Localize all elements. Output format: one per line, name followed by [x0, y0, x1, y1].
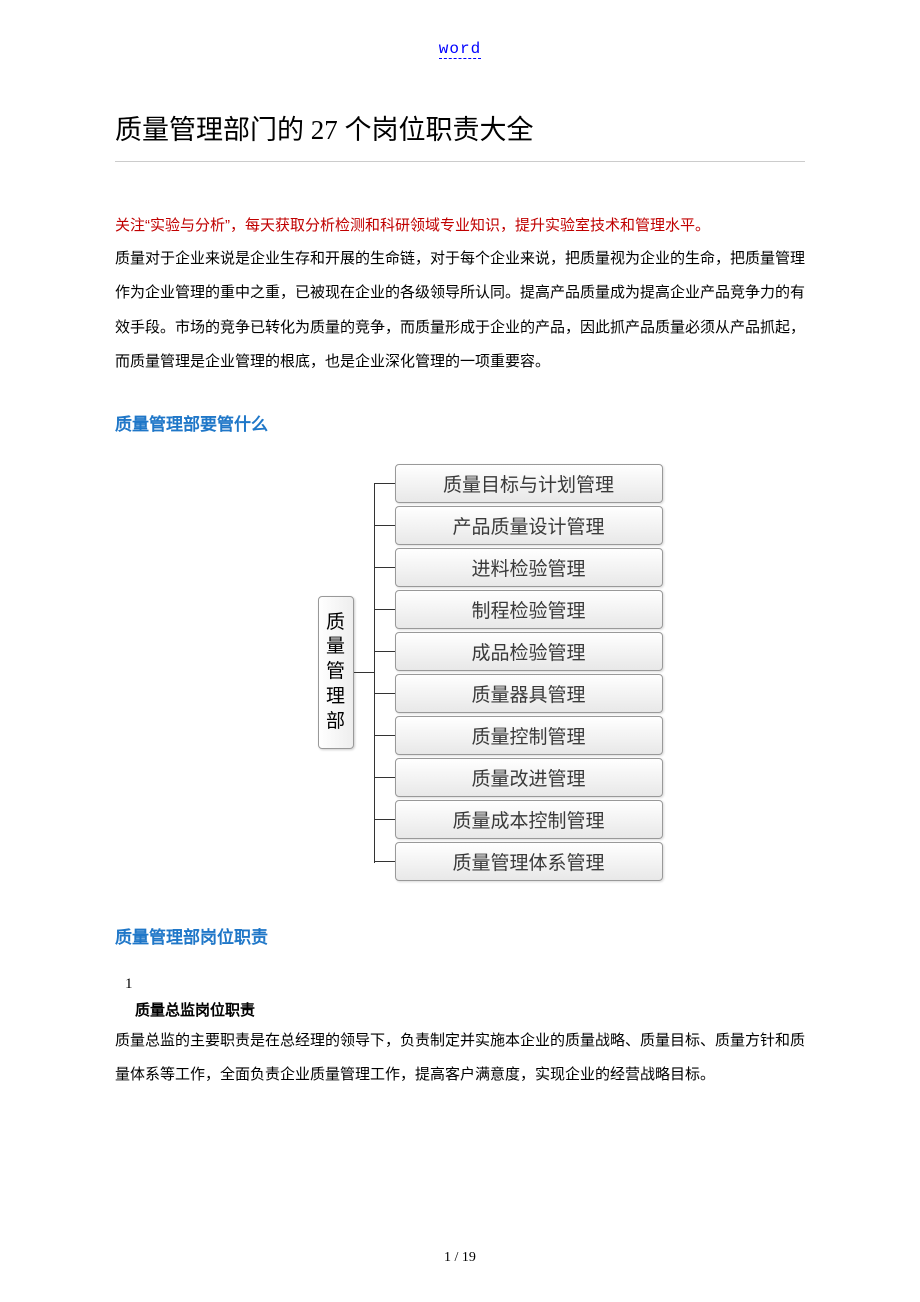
diagram-leaf: 产品质量设计管理	[395, 506, 663, 545]
diagram-leaf: 质量管理体系管理	[395, 842, 663, 881]
role-subtitle: 质量总监岗位职责	[135, 999, 805, 1020]
role-body: 质量总监的主要职责是在总经理的领导下，负责制定并实施本企业的质量战略、质量目标、…	[115, 1024, 805, 1093]
branch-line	[375, 483, 395, 484]
page-title: 质量管理部门的 27 个岗位职责大全	[115, 108, 805, 162]
diagram-leaf: 质量改进管理	[395, 758, 663, 797]
branch-line	[375, 525, 395, 526]
intro-highlight: 关注“实验与分析”，每天获取分析检测和科研领域专业知识，提升实验室技术和管理水平…	[115, 210, 805, 242]
branch-line	[375, 819, 395, 820]
diagram-branch: 质量管理体系管理	[375, 841, 663, 883]
diagram-branch: 产品质量设计管理	[375, 505, 663, 547]
branch-line	[375, 609, 395, 610]
diagram-branch: 质量成本控制管理	[375, 799, 663, 841]
section-heading-roles: 质量管理部岗位职责	[115, 923, 805, 948]
section-heading-scope: 质量管理部要管什么	[115, 410, 805, 435]
diagram-branch: 质量目标与计划管理	[375, 463, 663, 505]
branch-line	[375, 735, 395, 736]
diagram-branch: 成品检验管理	[375, 631, 663, 673]
intro-block: 关注“实验与分析”，每天获取分析检测和科研领域专业知识，提升实验室技术和管理水平…	[115, 210, 805, 380]
org-diagram: 质量管理部 质量目标与计划管理产品质量设计管理进料检验管理制程检验管理成品检验管…	[115, 463, 805, 883]
diagram-branch: 制程检验管理	[375, 589, 663, 631]
diagram-leaf: 质量成本控制管理	[395, 800, 663, 839]
diagram-leaf: 质量目标与计划管理	[395, 464, 663, 503]
branch-line	[375, 567, 395, 568]
diagram-leaf: 成品检验管理	[395, 632, 663, 671]
intro-body: 质量对于企业来说是企业生存和开展的生命链，对于每个企业来说，把质量视为企业的生命…	[115, 242, 805, 380]
diagram-branch: 质量控制管理	[375, 715, 663, 757]
branch-line	[375, 651, 395, 652]
role-number: 1	[125, 976, 805, 993]
connector-line	[354, 672, 374, 673]
diagram-branch: 质量器具管理	[375, 673, 663, 715]
diagram-branch: 质量改进管理	[375, 757, 663, 799]
diagram-leaf: 制程检验管理	[395, 590, 663, 629]
header-link: word	[115, 40, 805, 58]
branch-line	[375, 861, 395, 862]
diagram-leaf: 质量器具管理	[395, 674, 663, 713]
diagram-leaf: 进料检验管理	[395, 548, 663, 587]
page-footer: 1 / 19	[0, 1250, 920, 1266]
diagram-leaf: 质量控制管理	[395, 716, 663, 755]
diagram-root-box: 质量管理部	[318, 596, 354, 749]
branch-line	[375, 777, 395, 778]
diagram-branch: 进料检验管理	[375, 547, 663, 589]
branch-line	[375, 693, 395, 694]
word-link[interactable]: word	[439, 40, 481, 59]
